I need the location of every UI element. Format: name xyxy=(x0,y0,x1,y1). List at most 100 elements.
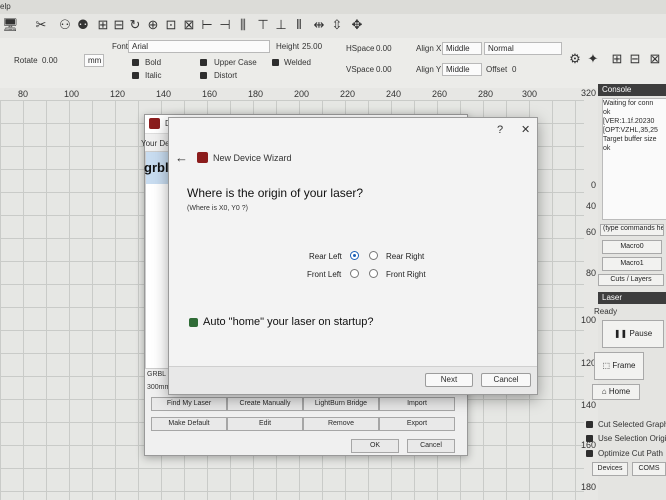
ruler-tick: 300 xyxy=(522,89,538,99)
alignx-select[interactable]: Middle xyxy=(442,42,482,55)
align-top-icon[interactable]: ⊤ xyxy=(256,18,270,32)
hspace-value[interactable]: 0.00 xyxy=(376,44,392,53)
ruler-tick: 220 xyxy=(340,89,356,99)
rear-left-label: Rear Left xyxy=(309,252,342,261)
front-left-radio[interactable] xyxy=(350,269,359,278)
find-my-laser-button[interactable]: Find My Laser xyxy=(151,397,227,411)
align-right-icon[interactable]: ⊣ xyxy=(218,18,232,32)
export-button[interactable]: Export xyxy=(379,417,455,431)
frame-button[interactable]: ⬚ Frame xyxy=(594,352,644,380)
next-button[interactable]: Next xyxy=(425,373,473,387)
upper-case-label: Upper Case xyxy=(214,58,257,67)
close-button[interactable]: ✕ xyxy=(521,123,530,136)
space-v-icon[interactable]: ⇳ xyxy=(330,18,344,32)
ruler-tick: 60 xyxy=(585,227,596,237)
bold-checkbox[interactable] xyxy=(132,59,139,66)
ruler-tick: 80 xyxy=(18,89,29,99)
ruler-tick: 120 xyxy=(110,89,126,99)
rear-right-radio[interactable] xyxy=(369,251,378,260)
edit-button[interactable]: Edit xyxy=(227,417,303,431)
align-left-icon[interactable]: ⊢ xyxy=(200,18,214,32)
panel-icon[interactable]: ⊠ xyxy=(648,52,662,66)
macro1-button[interactable]: Macro1 xyxy=(602,257,662,271)
aligny-label: Align Y xyxy=(416,65,442,74)
rotate-icon[interactable]: ↻ xyxy=(128,18,142,32)
home-label: Home xyxy=(608,387,631,396)
italic-label: Italic xyxy=(145,71,162,80)
settings-icon[interactable]: ✦ xyxy=(586,52,600,66)
frame-label: Frame xyxy=(612,361,636,370)
coms-select[interactable]: COMS xyxy=(632,462,666,476)
use-selection-origin-checkbox[interactable] xyxy=(586,435,593,442)
menu-help[interactable]: elp xyxy=(0,2,11,11)
camera-icon[interactable]: ⚙ xyxy=(568,52,582,66)
cut-selected-checkbox[interactable] xyxy=(586,421,593,428)
optimize-cut-path-checkbox[interactable] xyxy=(586,450,593,457)
ok-button[interactable]: OK xyxy=(351,439,399,453)
front-right-radio[interactable] xyxy=(369,269,378,278)
upper-case-checkbox[interactable] xyxy=(200,59,207,66)
console-line: ok xyxy=(603,145,611,152)
distribute-icon[interactable]: ⫼ xyxy=(236,18,250,32)
rear-left-radio[interactable] xyxy=(350,251,359,260)
console-line: Target buffer size xyxy=(603,136,657,143)
import-button[interactable]: Import xyxy=(379,397,455,411)
height-value[interactable]: 25.00 xyxy=(302,42,322,51)
device-list-item[interactable]: grbl xyxy=(144,152,170,184)
frame-icon: ⬚ xyxy=(602,361,611,370)
monitor-icon[interactable]: 🖥 xyxy=(2,18,19,32)
style-select[interactable]: Normal xyxy=(484,42,562,55)
layout-icon[interactable]: ⊞ xyxy=(610,52,624,66)
create-manually-button[interactable]: Create Manually xyxy=(227,397,303,411)
ruler-tick: 280 xyxy=(478,89,494,99)
align-middle-icon[interactable]: ⫴ xyxy=(292,18,306,32)
remove-button[interactable]: Remove xyxy=(303,417,379,431)
rotate-value[interactable]: 0.00 xyxy=(42,56,58,65)
move-icon[interactable]: ✥ xyxy=(350,18,364,32)
back-arrow-icon[interactable]: ← xyxy=(175,150,188,165)
ruler-tick: 140 xyxy=(156,89,172,99)
italic-checkbox[interactable] xyxy=(132,72,139,79)
height-label: Height xyxy=(276,42,300,51)
make-default-button[interactable]: Make Default xyxy=(151,417,227,431)
menu-bar: elp xyxy=(0,0,666,15)
ruler-tick: 200 xyxy=(294,89,310,99)
use-selection-origin-label: Use Selection Origin xyxy=(598,434,666,443)
distort-checkbox[interactable] xyxy=(200,72,207,79)
group-icon[interactable]: ⚇ xyxy=(58,18,72,32)
mirror-icon[interactable]: ⊞ xyxy=(96,18,110,32)
ruler-tick: 100 xyxy=(580,315,596,325)
font-label: Font xyxy=(112,42,129,51)
grid-icon[interactable]: ⊟ xyxy=(628,52,642,66)
rear-right-label: Rear Right xyxy=(386,252,425,261)
home-button[interactable]: ⌂ Home xyxy=(592,384,640,400)
console-line: Waiting for conn xyxy=(603,100,654,107)
help-button[interactable]: ? xyxy=(497,124,503,136)
grbl-logo: grbl xyxy=(144,160,169,175)
unit-toggle-button[interactable]: mm xyxy=(84,54,104,67)
vspace-value[interactable]: 0.00 xyxy=(376,65,392,74)
flip-icon[interactable]: ⊟ xyxy=(112,18,126,32)
align-center-icon[interactable]: ⊠ xyxy=(182,18,196,32)
align-bottom-icon[interactable]: ⊥ xyxy=(274,18,288,32)
auto-home-checkbox[interactable] xyxy=(189,318,198,327)
align-icon[interactable]: ⊡ xyxy=(164,18,178,32)
console-input[interactable]: (type commands he xyxy=(600,224,664,236)
macro0-button[interactable]: Macro0 xyxy=(602,240,662,254)
cut-tool-icon[interactable]: ✂ xyxy=(34,18,48,32)
font-select[interactable]: Arial xyxy=(128,40,270,53)
hspace-label: HSpace xyxy=(346,44,375,53)
wizard-cancel-button[interactable]: Cancel xyxy=(481,373,531,387)
target-icon[interactable]: ⊕ xyxy=(146,18,160,32)
offset-value[interactable]: 0 xyxy=(512,65,516,74)
welded-checkbox[interactable] xyxy=(272,59,279,66)
pause-button[interactable]: ❚❚ Pause xyxy=(602,320,664,348)
tab-cuts-layers[interactable]: Cuts / Layers xyxy=(598,274,664,286)
devices-button[interactable]: Devices xyxy=(592,462,628,476)
space-h-icon[interactable]: ⇹ xyxy=(312,18,326,32)
devices-cancel-button[interactable]: Cancel xyxy=(407,439,455,453)
aligny-select[interactable]: Middle xyxy=(442,63,482,76)
new-device-wizard-dialog: ? ✕ ← New Device Wizard Where is the ori… xyxy=(168,117,538,395)
lightburn-bridge-button[interactable]: LightBurn Bridge xyxy=(303,397,379,411)
ungroup-icon[interactable]: ⚉ xyxy=(76,18,90,32)
